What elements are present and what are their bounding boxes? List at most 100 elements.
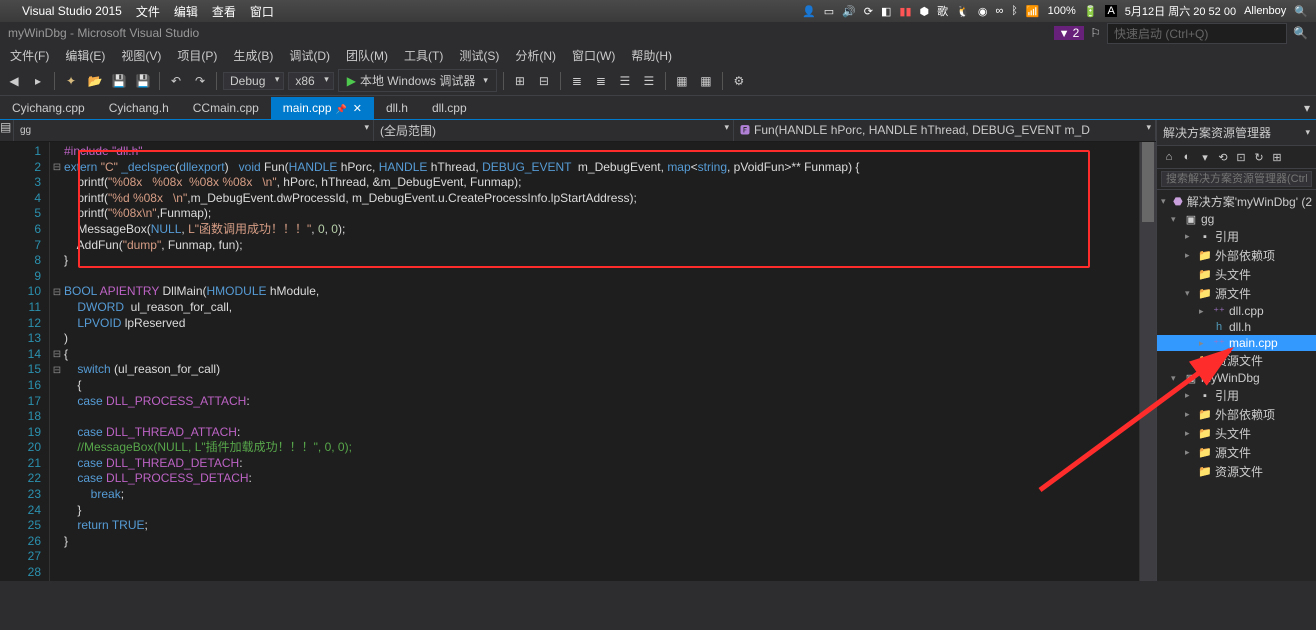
quick-launch-input[interactable]: 快速启动 (Ctrl+Q) xyxy=(1107,23,1287,44)
mac-menu-window[interactable]: 窗口 xyxy=(250,3,274,20)
menu-file[interactable]: 文件(F) xyxy=(2,45,57,66)
menu-window[interactable]: 窗口(W) xyxy=(564,45,623,66)
bluetooth-icon[interactable]: ᛒ xyxy=(1011,5,1018,17)
wifi-icon[interactable]: 📶 xyxy=(1026,5,1040,18)
menu-test[interactable]: 测试(S) xyxy=(451,45,507,66)
tab-dll-h[interactable]: dll.h xyxy=(374,97,420,119)
nav-scope-combo[interactable]: gg xyxy=(14,120,374,141)
nav-member-combo[interactable]: 🅵Fun(HANDLE hPorc, HANDLE hThread, DEBUG… xyxy=(734,120,1156,141)
refresh-icon[interactable]: ↻ xyxy=(1251,149,1267,165)
start-debug-button[interactable]: ▶本地 Windows 调试器▾ xyxy=(338,69,497,92)
toolbar-icon[interactable]: ⊟ xyxy=(534,71,554,91)
vertical-scrollbar[interactable] xyxy=(1140,142,1156,581)
mac-menu-file[interactable]: 文件 xyxy=(136,3,160,20)
tab-cyichang-h[interactable]: Cyichang.h xyxy=(97,97,181,119)
tree-item-源文件[interactable]: ▸📁源文件 xyxy=(1157,443,1316,462)
tray-icon[interactable]: ⟳ xyxy=(864,5,873,18)
tree-item-资源文件[interactable]: 📁资源文件 xyxy=(1157,462,1316,481)
home-icon[interactable]: ⌂ xyxy=(1161,149,1177,165)
tray-icon[interactable]: 👤 xyxy=(802,5,816,18)
toolbar-icon[interactable]: ≣ xyxy=(567,71,587,91)
tree-item-头文件[interactable]: 📁头文件 xyxy=(1157,265,1316,284)
tray-icon[interactable]: 歌 xyxy=(937,3,948,19)
feedback-icon[interactable]: ⚐ xyxy=(1090,26,1101,40)
toolbar-icon[interactable]: ◐ xyxy=(1179,149,1195,165)
menu-project[interactable]: 项目(P) xyxy=(169,45,225,66)
toolbar-icon[interactable]: ☰ xyxy=(615,71,635,91)
code-content[interactable]: #include "dll.h"extern "C" _declspec(dll… xyxy=(64,142,1136,581)
ime-icon[interactable]: A xyxy=(1105,5,1116,17)
tray-icon[interactable]: 🐧 xyxy=(956,5,970,18)
solution-root[interactable]: ▾⬣解决方案'myWinDbg' (2 xyxy=(1157,192,1316,211)
tray-icon[interactable]: ◉ xyxy=(978,5,988,18)
tab-dll-cpp[interactable]: dll.cpp xyxy=(420,97,479,119)
save-all-icon[interactable]: 💾 xyxy=(133,71,153,91)
mac-menu-view[interactable]: 查看 xyxy=(212,3,236,20)
tab-cyichang-cpp[interactable]: Cyichang.cpp xyxy=(0,97,97,119)
menu-view[interactable]: 视图(V) xyxy=(113,45,169,66)
toolbar-icon[interactable]: ☰ xyxy=(639,71,659,91)
tree-item-dll-h[interactable]: hdll.h xyxy=(1157,319,1316,335)
tree-item-gg[interactable]: ▾▣gg xyxy=(1157,211,1316,227)
nav-type-combo[interactable]: (全局范围) xyxy=(374,120,734,141)
pin-icon[interactable]: 📌 xyxy=(336,104,347,114)
menu-edit[interactable]: 编辑(E) xyxy=(57,45,113,66)
tray-icon[interactable]: ∞ xyxy=(995,5,1003,17)
toolbar-icon[interactable]: ⊞ xyxy=(1269,149,1285,165)
toolbar-icon[interactable]: ▦ xyxy=(696,71,716,91)
toolbar-icon[interactable]: ⚙ xyxy=(729,71,749,91)
username[interactable]: Allenboy xyxy=(1244,5,1286,17)
menu-tools[interactable]: 工具(T) xyxy=(396,45,451,66)
tray-icon[interactable]: ▮▮ xyxy=(899,5,911,18)
quick-launch-search-icon[interactable]: 🔍 xyxy=(1293,26,1308,40)
toolbar-icon[interactable]: ≣ xyxy=(591,71,611,91)
menu-analyze[interactable]: 分析(N) xyxy=(507,45,564,66)
tray-icon[interactable]: 🔊 xyxy=(842,5,856,18)
new-project-icon[interactable]: ✦ xyxy=(61,71,81,91)
platform-combo[interactable]: x86 xyxy=(288,72,333,90)
tree-item-引用[interactable]: ▸▪引用 xyxy=(1157,227,1316,246)
toolbar-icon[interactable]: ⟲ xyxy=(1215,149,1231,165)
mac-app-name[interactable]: Visual Studio 2015 xyxy=(22,4,122,18)
tree-item-main-cpp[interactable]: ▸⁺⁺main.cpp xyxy=(1157,335,1316,351)
search-icon[interactable]: 🔍 xyxy=(1294,5,1308,18)
code-editor[interactable]: 1234567891011121314151617181920212223242… xyxy=(0,142,1156,581)
nav-margin-icon[interactable]: ▤ xyxy=(0,120,14,141)
tree-item-源文件[interactable]: ▾📁源文件 xyxy=(1157,284,1316,303)
tray-icon[interactable]: ⬢ xyxy=(920,5,930,18)
solution-tree[interactable]: ▾⬣解决方案'myWinDbg' (2 ▾▣gg▸▪引用▸📁外部依赖项📁头文件▾… xyxy=(1157,190,1316,581)
close-icon[interactable]: ✕ xyxy=(353,103,362,115)
tray-icon[interactable]: ◧ xyxy=(881,5,891,18)
tree-item-myWinDbg[interactable]: ▾▣myWinDbg xyxy=(1157,370,1316,386)
panel-menu-icon[interactable]: ▾ xyxy=(1305,127,1310,138)
open-file-icon[interactable]: 📂 xyxy=(85,71,105,91)
nav-back-icon[interactable]: ◀ xyxy=(4,71,24,91)
tree-item-资源文件[interactable]: 📁资源文件 xyxy=(1157,351,1316,370)
toolbar-icon[interactable]: ⊞ xyxy=(510,71,530,91)
tree-item-dll-cpp[interactable]: ▸⁺⁺dll.cpp xyxy=(1157,303,1316,319)
undo-icon[interactable]: ↶ xyxy=(166,71,186,91)
toolbar-icon[interactable]: ▦ xyxy=(672,71,692,91)
menu-help[interactable]: 帮助(H) xyxy=(623,45,680,66)
menu-build[interactable]: 生成(B) xyxy=(225,45,281,66)
mac-menu-edit[interactable]: 编辑 xyxy=(174,3,198,20)
config-combo[interactable]: Debug xyxy=(223,72,284,90)
menu-debug[interactable]: 调试(D) xyxy=(281,45,338,66)
toolbar-icon[interactable]: ⊡ xyxy=(1233,149,1249,165)
save-icon[interactable]: 💾 xyxy=(109,71,129,91)
tab-ccmain-cpp[interactable]: CCmain.cpp xyxy=(181,97,271,119)
tab-main-cpp[interactable]: main.cpp📌✕ xyxy=(271,97,374,119)
nav-fwd-icon[interactable]: ▸ xyxy=(28,71,48,91)
notification-badge[interactable]: ▼ 2 xyxy=(1054,26,1085,40)
menu-team[interactable]: 团队(M) xyxy=(338,45,396,66)
tree-item-头文件[interactable]: ▸📁头文件 xyxy=(1157,424,1316,443)
tray-icon[interactable]: ▭ xyxy=(824,5,834,18)
tree-item-外部依赖项[interactable]: ▸📁外部依赖项 xyxy=(1157,405,1316,424)
solution-search-input[interactable] xyxy=(1161,171,1312,187)
scrollbar-thumb[interactable] xyxy=(1142,142,1154,222)
tree-item-引用[interactable]: ▸▪引用 xyxy=(1157,386,1316,405)
toolbar-icon[interactable]: ▾ xyxy=(1197,149,1213,165)
redo-icon[interactable]: ↷ xyxy=(190,71,210,91)
tab-overflow-icon[interactable]: ▾ xyxy=(1298,97,1316,119)
fold-column[interactable]: ⊟⊟⊟⊟ xyxy=(50,142,64,581)
